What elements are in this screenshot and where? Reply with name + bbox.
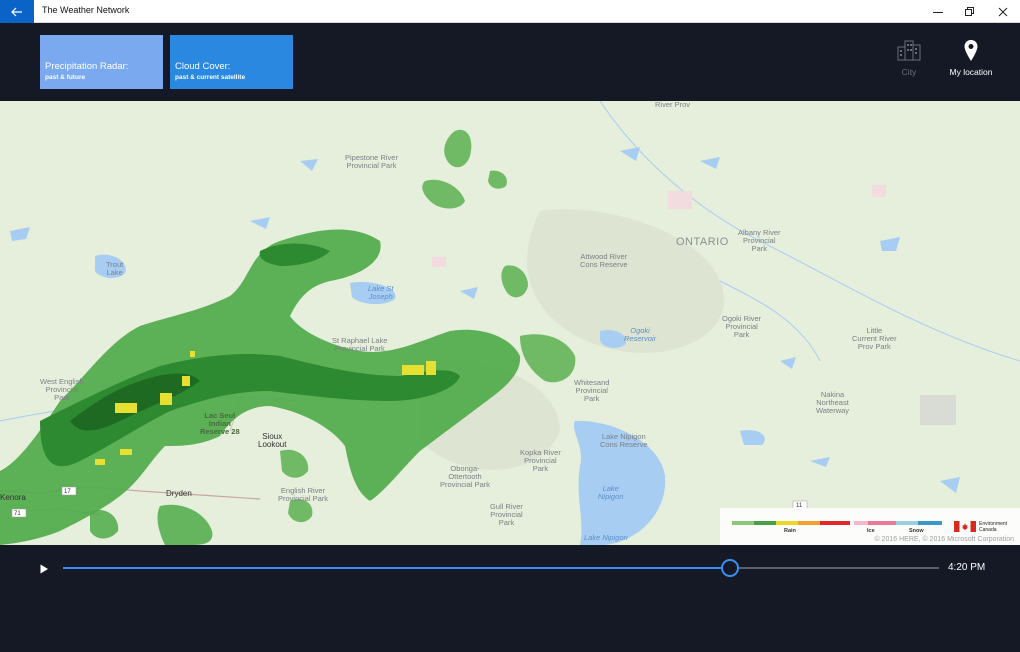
back-button[interactable] — [0, 0, 34, 23]
map-label: Lac Seul Indian Reserve 28 — [200, 411, 240, 436]
timeline-player: 4:20 PM — [0, 545, 1020, 652]
city-button[interactable]: City — [896, 39, 922, 77]
legend-swatch-ice-1 — [854, 521, 868, 525]
province-label: ONTARIO — [676, 236, 729, 248]
map-label: Lake Nipigon Cons Reserve — [600, 432, 648, 449]
town-label: Kenora — [0, 493, 26, 502]
legend-swatch-rain-4 — [798, 521, 820, 525]
tile-title: Precipitation Radar: — [45, 61, 129, 72]
app-title: The Weather Network — [42, 5, 130, 15]
legend-swatch-snow-1 — [896, 521, 918, 525]
maximize-button[interactable] — [953, 0, 987, 23]
timeline-thumb[interactable] — [720, 559, 739, 577]
legend-rain-label: Rain — [784, 528, 796, 534]
highway-label: 17 — [64, 489, 71, 495]
map-label: River Prov — [655, 101, 691, 109]
map-label: English River Provincial Park — [278, 486, 329, 503]
lake-label: Lake St Joseph — [368, 284, 394, 301]
lake-label: Lake Nipigon — [584, 533, 628, 542]
timeline-progress — [63, 567, 730, 569]
close-button[interactable] — [986, 0, 1020, 23]
tile-subtitle: past & current satellite — [175, 74, 246, 81]
header: Precipitation Radar: past & future Cloud… — [0, 23, 1020, 101]
play-button[interactable] — [38, 562, 50, 574]
lake-label: Ogoki Reservoir — [624, 326, 657, 343]
town-label: Dryden — [166, 489, 192, 498]
map-label: Pipestone River Provincial Park — [345, 153, 398, 170]
map-label: Nakina Northeast Waterway — [816, 390, 850, 415]
map-label: Ogoki River Provincial Park — [722, 314, 762, 339]
restore-icon — [965, 6, 974, 16]
map-label: Obonga- Ottertooth Provincial Park — [440, 464, 491, 489]
map-copyright: © 2016 HERE, © 2016 Microsoft Corporatio… — [874, 536, 1015, 543]
play-icon — [40, 564, 48, 574]
map-label: Albany River Provincial Park — [738, 228, 781, 253]
map-label: St Raphael Lake Provincial Park — [332, 336, 388, 353]
timeline-slider[interactable] — [63, 559, 939, 577]
map-label: West English Provincial Park — [40, 377, 84, 402]
close-icon — [998, 7, 1008, 16]
my-location-button[interactable]: My location — [946, 39, 996, 77]
map-label: Little Current River Prov Park — [852, 326, 897, 351]
legend-snow-label: Snow — [909, 528, 924, 534]
legend-swatch-rain-3 — [776, 521, 798, 525]
legend-swatch-rain-5 — [820, 521, 850, 525]
back-arrow-icon — [11, 7, 22, 16]
cloud-cover-tile[interactable]: Cloud Cover: past & current satellite — [170, 35, 293, 89]
legend-ice-label: Ice — [867, 528, 875, 534]
highway-label: 71 — [14, 511, 21, 517]
precipitation-radar-tile[interactable]: Precipitation Radar: past & future — [40, 35, 163, 89]
minimize-icon — [933, 11, 943, 13]
my-location-label: My location — [949, 67, 993, 77]
canada-flag-icon — [954, 521, 976, 532]
city-icon — [897, 40, 921, 61]
environment-canada-label: Environment Canada — [979, 521, 1008, 533]
legend-swatch-rain-1 — [732, 521, 754, 525]
map-label: Gull River Provincial Park — [490, 502, 523, 527]
city-label: City — [901, 67, 917, 77]
map-label: Kopka River Provincial Park — [520, 448, 561, 473]
legend-swatch-ice-2 — [868, 521, 896, 525]
legend-swatch-rain-2 — [754, 521, 776, 525]
map-label: Whitesand Provincial Park — [574, 378, 610, 403]
title-bar: The Weather Network — [0, 0, 1020, 23]
lake-label: Lake Nipigon — [598, 484, 624, 501]
minimize-button[interactable] — [921, 0, 955, 23]
map-label: Trout Lake — [106, 260, 124, 277]
map-layer — [0, 101, 1020, 545]
tile-title: Cloud Cover: — [175, 61, 231, 72]
timeline-time: 4:20 PM — [948, 562, 986, 573]
tile-subtitle: past & future — [45, 74, 86, 81]
radar-map[interactable]: River Prov Pipestone River Provincial Pa… — [0, 101, 1020, 545]
town-label: Sioux Lookout — [258, 432, 287, 449]
legend-swatch-snow-2 — [918, 521, 942, 525]
map-label: Attwood River Cons Reserve — [580, 252, 628, 269]
location-pin-icon — [964, 40, 978, 61]
